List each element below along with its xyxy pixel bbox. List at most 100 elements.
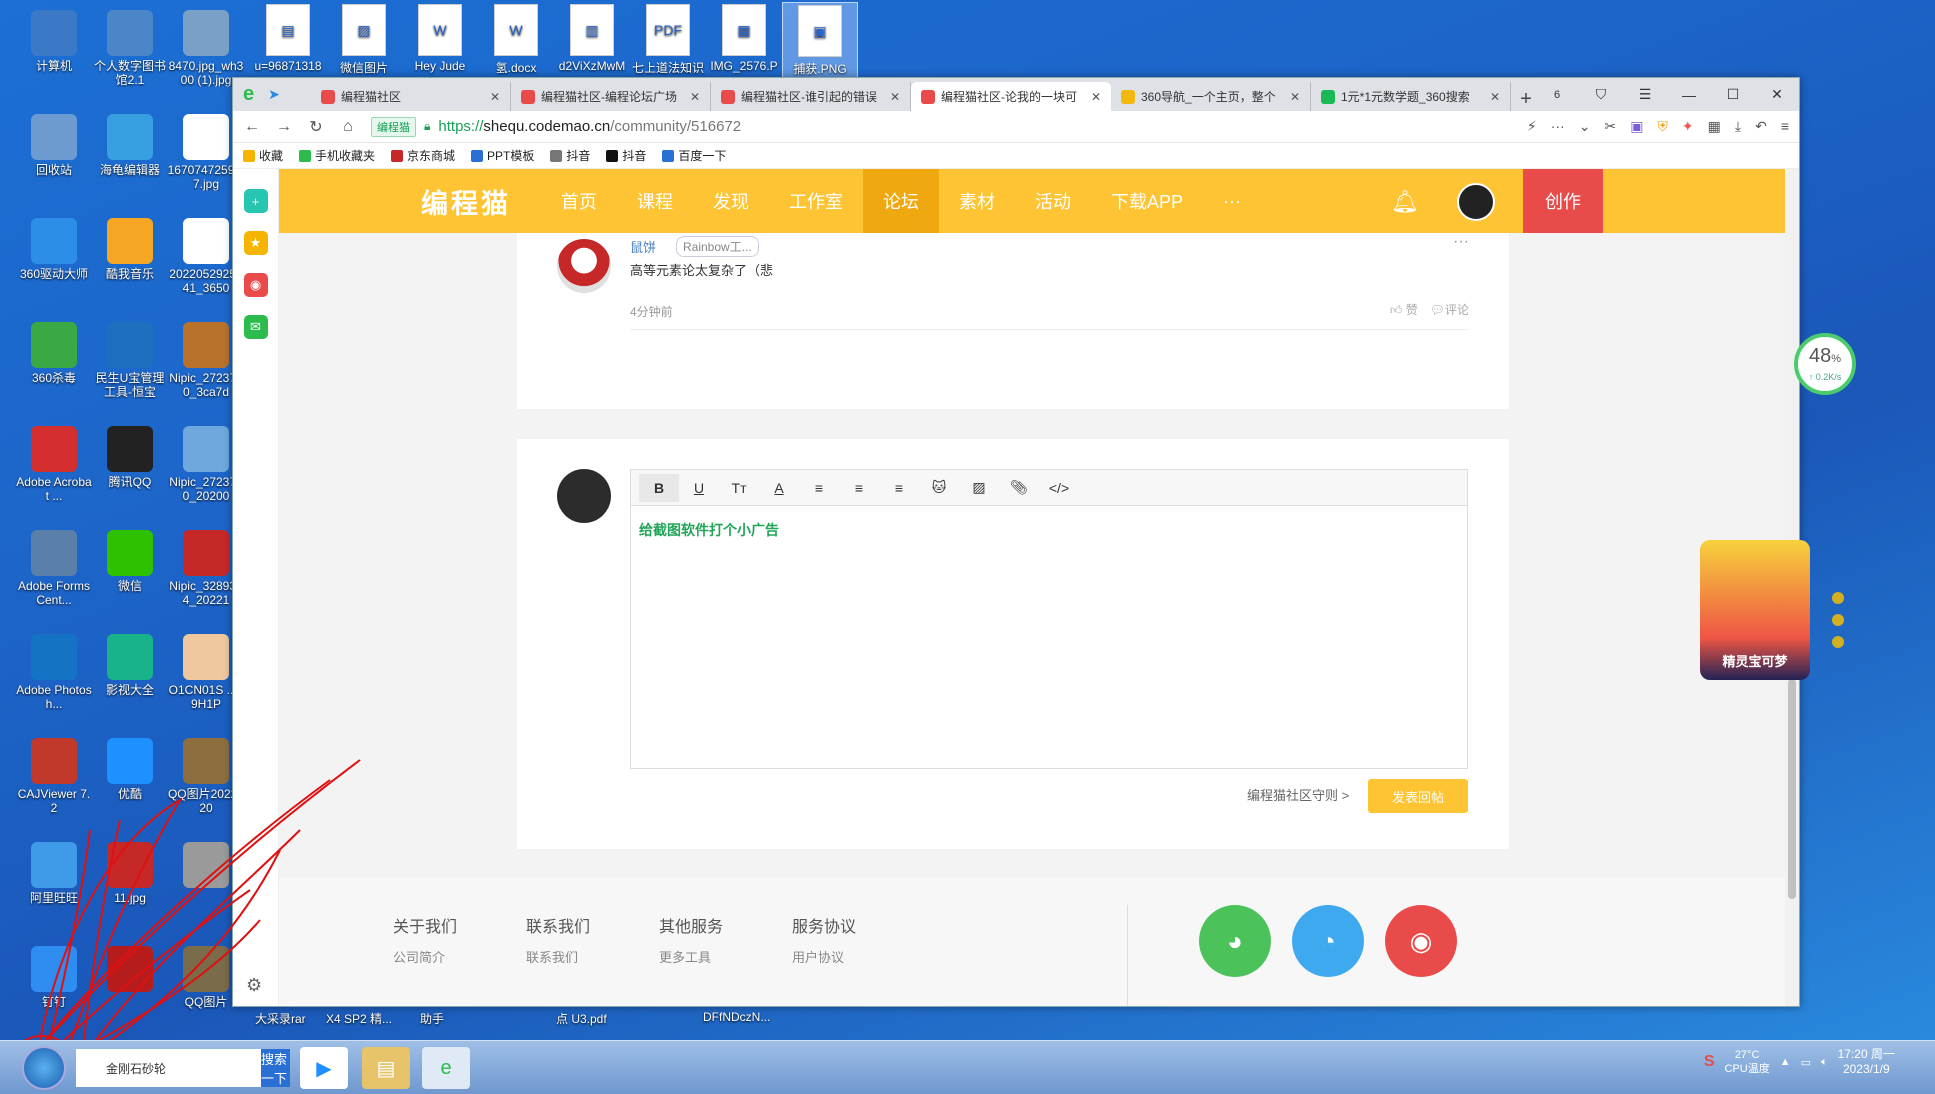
site-menu-item[interactable]: 活动 [1015, 169, 1091, 233]
editor-content[interactable]: 给截图软件打个小广告 [631, 506, 1467, 554]
chevron-down-icon[interactable]: ⌄ [1579, 118, 1591, 135]
desktop-file-label[interactable]: 大采录rar [255, 1010, 306, 1027]
tab-count-icon[interactable]: 6 [1535, 89, 1579, 101]
desktop-icon[interactable]: 360驱动大师 [15, 214, 93, 295]
site-menu-item[interactable]: 下载APP [1091, 169, 1203, 233]
wechat-icon[interactable]: ◕ [1199, 905, 1271, 977]
align-right-button[interactable]: ≡ [879, 474, 919, 502]
download-icon[interactable]: ⤓ [1735, 118, 1741, 135]
footer-link[interactable]: 公司简介 [393, 947, 445, 966]
clock[interactable]: 17:20 周一 2023/1/9 [1838, 1047, 1895, 1077]
site-logo[interactable]: 编程猫 [421, 182, 511, 221]
tab-close-icon[interactable]: ✕ [490, 90, 500, 104]
desktop-icon[interactable]: 个人数字图书馆2.1 [91, 6, 169, 87]
tab-close-icon[interactable]: ✕ [890, 90, 900, 104]
code-icon[interactable]: </> [1039, 474, 1079, 502]
desktop-icon[interactable]: Adobe Photosh... [15, 630, 93, 711]
tab-close-icon[interactable]: ✕ [690, 90, 700, 104]
sidebar-mail-icon[interactable]: ✉ [243, 315, 268, 339]
maximize-button[interactable]: ☐ [1711, 86, 1755, 103]
network-icon[interactable]: ▭ [1801, 1056, 1811, 1069]
network-speed-widget[interactable]: 48% ↑ 0.2K/s [1794, 333, 1856, 395]
browser-tab[interactable]: 编程猫社区-编程论坛广场 ✕ [511, 82, 711, 111]
tray-arrow-icon[interactable]: ▲ [1780, 1056, 1791, 1068]
browser-tab[interactable]: 编程猫社区-论我的一块可 ✕ [911, 82, 1111, 111]
pokemon-widget[interactable]: 精灵宝可梦 [1700, 540, 1810, 680]
game-icon[interactable]: ✦ [1682, 118, 1694, 135]
desktop-file-icon[interactable]: ▣ 捕获.PNG [782, 2, 858, 78]
desktop-icon[interactable]: 360杀毒 [15, 318, 93, 399]
browser-logo-icon[interactable]: e [243, 83, 254, 106]
text-size-button[interactable]: Tт [719, 474, 759, 502]
desktop-icon[interactable]: CAJViewer 7.2 [15, 734, 93, 815]
bookmark-item[interactable]: 手机收藏夹 [299, 147, 375, 164]
360-browser-taskbar-icon[interactable]: e [422, 1047, 470, 1089]
scissors-icon[interactable]: ✂ [1604, 118, 1616, 135]
tab-close-icon[interactable]: ✕ [1290, 90, 1300, 104]
bookmark-item[interactable]: 京东商城 [391, 147, 455, 164]
desktop-file-label[interactable]: 助手 [420, 1010, 444, 1027]
taskbar-search-input[interactable] [76, 1050, 261, 1086]
desktop-file-label[interactable]: DFfNDczN... [703, 1010, 770, 1024]
comment-more-icon[interactable]: ··· [1453, 233, 1469, 251]
post-reply-button[interactable]: 发表回帖 [1368, 779, 1468, 813]
footer-link[interactable]: 更多工具 [659, 947, 711, 966]
menu-icon[interactable]: ☰ [1623, 86, 1667, 103]
desktop-icon[interactable]: 钉钉 [15, 942, 93, 1023]
desktop-icon[interactable]: 11.jpg [91, 838, 169, 919]
back-icon[interactable]: ← [243, 118, 261, 136]
browser-tab[interactable]: 编程猫社区 ✕ [311, 82, 511, 111]
explorer-taskbar-icon[interactable]: ▤ [362, 1047, 410, 1089]
youku-taskbar-icon[interactable]: ▶ [300, 1047, 348, 1089]
bookmark-item[interactable]: 抖音 [550, 147, 590, 164]
desktop-icon[interactable]: Adobe Acrobat ... [15, 422, 93, 503]
sidebar-plus-icon[interactable]: + [243, 189, 268, 213]
bell-icon[interactable]: 🔔︎ [1391, 189, 1419, 215]
close-button[interactable]: ✕ [1755, 86, 1799, 103]
telegram-icon[interactable]: ➤ [268, 86, 280, 103]
desktop-file-label[interactable]: X4 SP2 精... [326, 1010, 392, 1027]
align-center-button[interactable]: ≡ [839, 474, 879, 502]
url-field[interactable]: 编程猫 🔒︎ https://shequ.codemao.cn/communit… [371, 114, 1513, 140]
sidebar-star-icon[interactable]: ★ [243, 231, 268, 255]
weibo-icon[interactable]: ◉ [1385, 905, 1457, 977]
like-button[interactable]: 👍︎ 赞 [1390, 301, 1418, 318]
undo-icon[interactable]: ↶ [1755, 118, 1767, 135]
site-menu-item[interactable]: 工作室 [769, 169, 863, 233]
footer-link[interactable]: 联系我们 [526, 947, 578, 966]
desktop-icon[interactable]: 回收站 [15, 110, 93, 191]
cpu-temp[interactable]: 27°C CPU温度 [1724, 1048, 1769, 1076]
scroll-thumb[interactable] [1788, 679, 1796, 899]
start-button[interactable] [22, 1046, 66, 1090]
reply-button[interactable]: 💬︎评论 [1430, 301, 1469, 318]
align-left-button[interactable]: ≡ [799, 474, 839, 502]
desktop-icon[interactable]: 腾讯QQ [91, 422, 169, 503]
create-button[interactable]: 创作 [1523, 169, 1603, 233]
apps-icon[interactable]: ▦ [1708, 118, 1721, 135]
desktop-icon[interactable]: 民生U宝管理工具-恒宝 [91, 318, 169, 399]
extension-icon[interactable]: ▣ [1630, 118, 1643, 135]
bold-button[interactable]: B [639, 473, 679, 502]
emoji-cat-icon[interactable]: 🐱︎ [919, 474, 959, 502]
desktop-file-icon[interactable]: ▥ d2ViXzMwM [554, 2, 630, 73]
desktop-icon[interactable]: 优酷 [91, 734, 169, 815]
widget-dot[interactable] [1832, 636, 1844, 648]
hamburger-icon[interactable]: ≡ [1781, 118, 1789, 135]
desktop-icon[interactable]: 酷我音乐 [91, 214, 169, 295]
browser-tab[interactable]: 1元*1元数学题_360搜索 ✕ [1311, 82, 1511, 111]
qq-icon[interactable]: ◔ [1292, 905, 1364, 977]
header-avatar[interactable] [1457, 183, 1495, 221]
desktop-icon[interactable]: 8470.jpg_wh300 (1).jpg [167, 6, 245, 87]
desktop-file-icon[interactable]: W Hey Jude [402, 2, 478, 73]
desktop-file-label[interactable]: 点 U3.pdf [556, 1010, 607, 1027]
home-icon[interactable]: ⌂ [339, 118, 357, 136]
font-color-button[interactable]: A [759, 474, 799, 502]
browser-tab[interactable]: 360导航_一个主页，整个 ✕ [1111, 82, 1311, 111]
desktop-icon[interactable]: 海龟编辑器 [91, 110, 169, 191]
minimize-button[interactable]: — [1667, 87, 1711, 103]
site-menu-item[interactable]: 发现 [693, 169, 769, 233]
desktop-file-icon[interactable]: W 氢.docx [478, 2, 554, 76]
volume-icon[interactable]: 🔈︎ [1821, 1056, 1828, 1069]
more-icon[interactable]: ··· [1551, 118, 1565, 135]
bookmark-item[interactable]: 抖音 [606, 147, 646, 164]
